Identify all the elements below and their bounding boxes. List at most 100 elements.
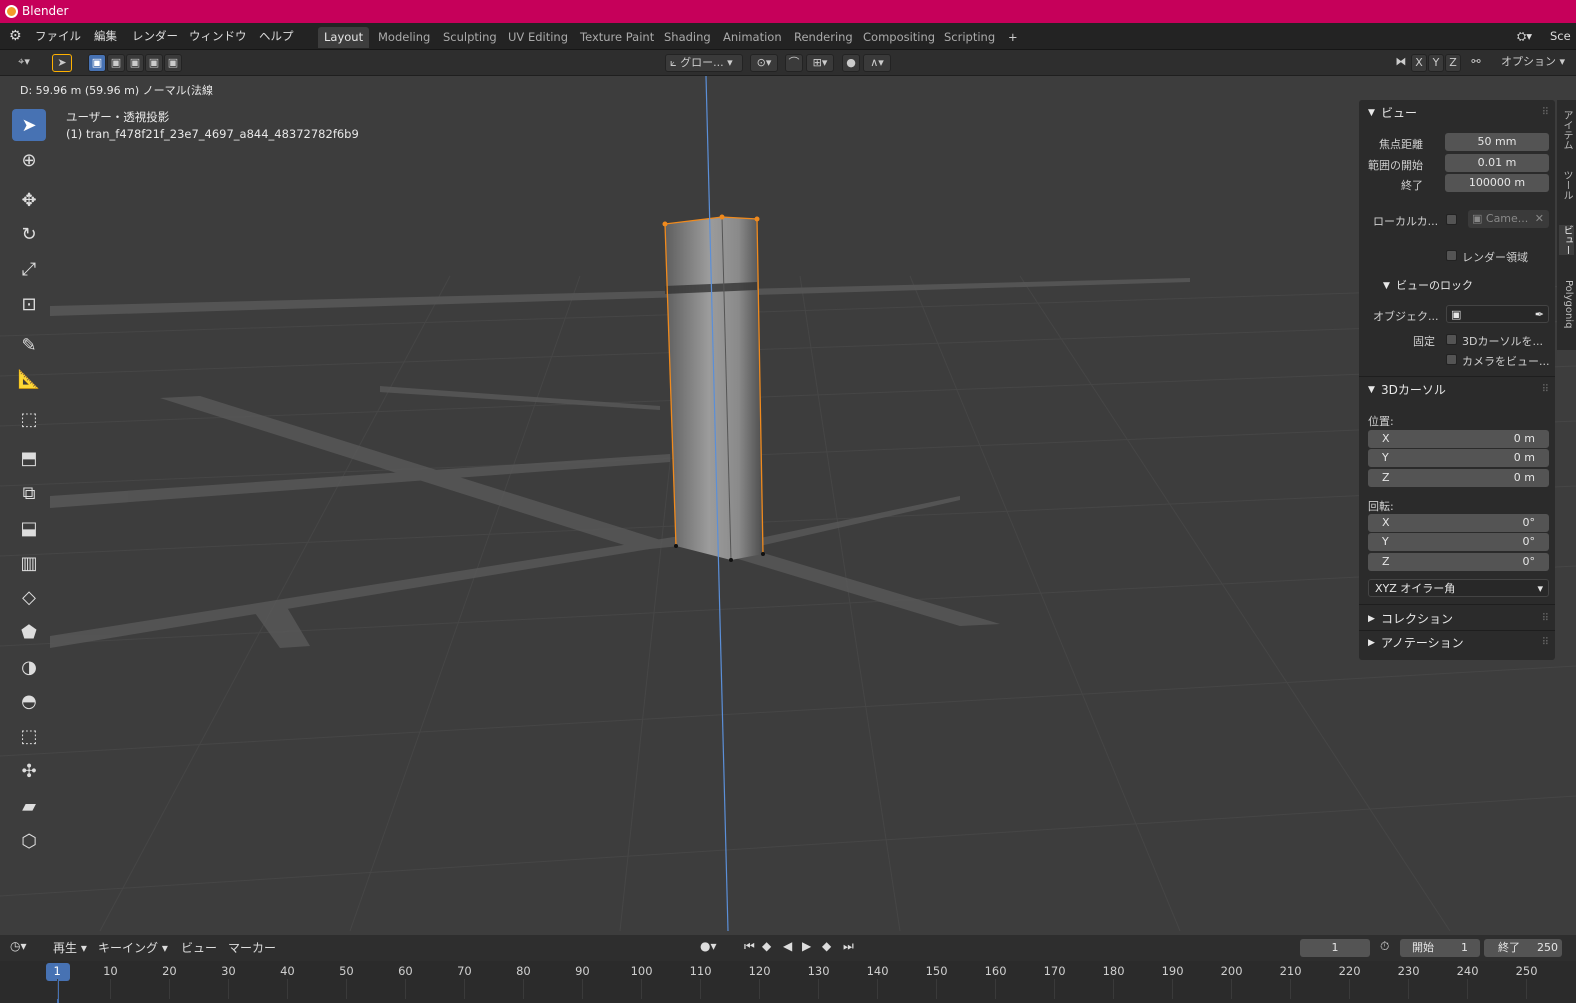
transform-tool-icon[interactable]: ⊡ [12,288,46,320]
timeline-ruler[interactable]: 1 10 20 30 40 50 60 70 80 90 100 110 120 130 140 150 160… [0,961,1576,1003]
tab-texture-paint[interactable]: Texture Paint [574,27,660,48]
select-mode-intersect-icon[interactable]: ▣ [164,54,182,72]
tab-item[interactable]: アイテム [1559,110,1574,150]
tab-modeling[interactable]: Modeling [372,27,436,48]
timeline-editor-type-icon[interactable]: ◷▾ [10,939,27,953]
clip-end-field[interactable]: 100000 m [1445,174,1549,192]
add-workspace-button[interactable]: + [1002,27,1024,48]
move-tool-icon[interactable]: ✥ [12,184,46,216]
select-box-tool-icon[interactable]: ➤ [12,109,46,141]
eyedropper-icon[interactable]: ✒ [1535,306,1544,324]
scene-name[interactable]: Sce [1550,29,1571,43]
edge-slide-tool-icon[interactable]: ⬚ [12,720,46,752]
play-reverse-icon[interactable]: ◀ [783,939,792,953]
add-cube-tool-icon[interactable]: ⬚ [12,403,46,435]
tab-layout[interactable]: Layout [318,27,370,48]
section-3d-cursor-header[interactable]: ▼ 3Dカーソル ⠿ [1359,379,1555,401]
start-frame-field[interactable]: 開始 1 [1400,939,1480,957]
clip-start-field[interactable]: 0.01 m [1445,154,1549,172]
cursor-location-x[interactable]: X 0 m [1368,430,1549,448]
loop-cut-tool-icon[interactable]: ▥ [12,547,46,579]
marker-menu[interactable]: マーカー [228,939,276,956]
play-icon[interactable]: ▶ [802,939,811,953]
record-icon[interactable]: ●▾ [700,939,717,953]
axis-y-toggle[interactable]: Y [1428,54,1444,72]
tab-shading[interactable]: Shading [658,27,717,48]
section-collection-header[interactable]: ▶ コレクション ⠿ [1359,608,1555,630]
annotate-tool-icon[interactable]: ✎ [12,329,46,361]
drag-handle-icon[interactable]: ⠿ [1542,608,1549,630]
select-mode-extend-icon[interactable]: ▣ [107,54,125,72]
tab-tool[interactable]: ツール [1559,170,1574,200]
bevel-tool-icon[interactable]: ⬓ [12,512,46,544]
keying-menu[interactable]: キーイング ▾ [98,939,168,956]
blender-menu-icon[interactable]: ⚙ [9,28,22,44]
lock-object-field[interactable]: ▣ ✒ [1446,305,1549,323]
end-frame-field[interactable]: 終了 250 [1484,939,1562,957]
rotate-tool-icon[interactable]: ↻ [12,218,46,250]
tab-polygoniq[interactable]: Polygoniq [1559,280,1574,328]
proportional-falloff-icon[interactable]: ∧▾ [863,54,891,72]
knife-tool-icon[interactable]: ◇ [12,581,46,613]
axis-z-toggle[interactable]: Z [1445,54,1461,72]
measure-tool-icon[interactable]: 📐 [12,363,46,395]
select-mode-invert-icon[interactable]: ▣ [145,54,163,72]
clear-icon[interactable]: ✕ [1535,210,1544,228]
lock-3dcursor-checkbox[interactable] [1446,334,1457,345]
next-keyframe-icon[interactable]: ◆ [822,939,831,953]
current-frame-field[interactable]: 1 [1300,939,1370,957]
section-view-lock-header[interactable]: ▼ ビューのロック [1359,275,1555,297]
tab-animation[interactable]: Animation [717,27,788,48]
auto-merge-icon[interactable]: ⚯ [1467,54,1485,72]
tab-compositing[interactable]: Compositing [857,27,941,48]
select-tool-icon[interactable]: ➤ [52,54,72,72]
poly-build-tool-icon[interactable]: ⬟ [12,616,46,648]
rip-tool-icon[interactable]: ⬡ [12,825,46,857]
playback-menu[interactable]: 再生 ▾ [53,939,87,956]
menu-file[interactable]: ファイル [35,28,81,44]
menu-window[interactable]: ウィンドウ [189,28,247,44]
section-annotation-header[interactable]: ▶ アノテーション ⠿ [1359,632,1555,654]
local-camera-field[interactable]: ▣ Came... ✕ [1468,210,1549,228]
tab-view[interactable]: ビュー [1559,225,1574,255]
cursor-location-y[interactable]: Y 0 m [1368,449,1549,467]
tab-rendering[interactable]: Rendering [788,27,859,48]
cursor-rotation-y[interactable]: Y 0° [1368,533,1549,551]
jump-end-icon[interactable]: ⏭ [843,939,854,954]
drag-handle-icon[interactable]: ⠿ [1542,102,1549,124]
inset-tool-icon[interactable]: ⧉ [12,477,46,509]
options-dropdown[interactable]: オプション ▾ [1493,54,1573,72]
transform-orientation-dropdown[interactable]: ⟀ グロー... ▾ [665,54,743,72]
shrink-fatten-tool-icon[interactable]: ✣ [12,755,46,787]
spin-tool-icon[interactable]: ◑ [12,651,46,683]
cursor-rotation-x[interactable]: X 0° [1368,514,1549,532]
menu-render[interactable]: レンダー [132,28,178,44]
stopwatch-icon[interactable]: ⏱ [1380,939,1389,954]
scale-tool-icon[interactable]: ⤢ [12,253,46,285]
extrude-tool-icon[interactable]: ⬒ [12,442,46,474]
axis-x-toggle[interactable]: X [1411,54,1427,72]
pivot-point-icon[interactable]: ⊙▾ [750,54,778,72]
drag-handle-icon[interactable]: ⠿ [1542,632,1549,654]
local-camera-checkbox[interactable] [1446,214,1457,225]
proportional-edit-icon[interactable]: ● [842,54,860,72]
menu-help[interactable]: ヘルプ [259,28,294,44]
menu-edit[interactable]: 編集 [94,28,117,44]
cursor-rotation-z[interactable]: Z 0° [1368,553,1549,571]
tab-sculpting[interactable]: Sculpting [437,27,503,48]
lock-camera-checkbox[interactable] [1446,354,1457,365]
cursor-tool-icon[interactable]: ⊕ [12,144,46,176]
mirror-icon[interactable]: ⧓ [1392,54,1410,72]
drag-handle-icon[interactable]: ⠿ [1542,379,1549,401]
select-mode-subtract-icon[interactable]: ▣ [126,54,144,72]
cursor-location-z[interactable]: Z 0 m [1368,469,1549,487]
select-mode-new-icon[interactable]: ▣ [88,54,106,72]
render-region-checkbox[interactable] [1446,250,1457,261]
shear-tool-icon[interactable]: ▰ [12,790,46,822]
editor-type-icon[interactable]: ⌖▾ [8,54,40,72]
snap-target-icon[interactable]: ⊞▾ [806,54,834,72]
smooth-tool-icon[interactable]: ◓ [12,685,46,717]
tab-uv-editing[interactable]: UV Editing [502,27,574,48]
jump-start-icon[interactable]: ⏮ [744,939,755,954]
tab-scripting[interactable]: Scripting [938,27,1001,48]
